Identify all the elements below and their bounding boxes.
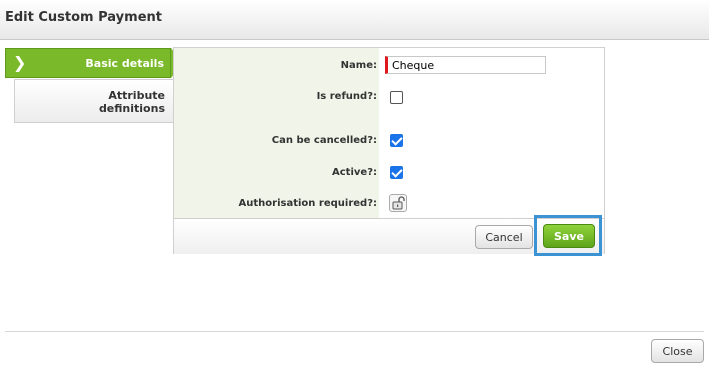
cancel-button[interactable]: Cancel [475,225,533,249]
dialog-title: Edit Custom Payment [5,10,162,25]
tab-attribute-definitions-label: Attribute definitions [98,89,165,115]
can-be-cancelled-checkbox[interactable] [390,134,403,147]
name-label: Name: [340,60,377,71]
can-be-cancelled-label: Can be cancelled?: [271,135,377,146]
tab-basic-details[interactable]: ❯ Basic details [5,48,183,78]
name-input[interactable] [385,56,546,74]
labels-column [174,48,379,218]
chevron-right-icon: ❯ [13,53,27,72]
save-button[interactable]: Save [543,224,595,248]
unlocked-padlock-icon[interactable] [389,194,407,212]
authorisation-required-label: Authorisation required?: [238,198,377,209]
dialog-titlebar: Edit Custom Payment [0,0,709,40]
tab-basic-details-label: Basic details [85,57,164,70]
tab-attribute-definitions[interactable]: Attribute definitions [14,79,174,123]
active-checkbox[interactable] [390,166,403,179]
is-refund-checkbox[interactable] [390,91,403,104]
padlock-svg [392,196,405,210]
close-button[interactable]: Close [651,339,704,363]
is-refund-label: Is refund?: [316,91,377,102]
dialog-divider [5,331,704,332]
active-label: Active?: [332,167,377,178]
